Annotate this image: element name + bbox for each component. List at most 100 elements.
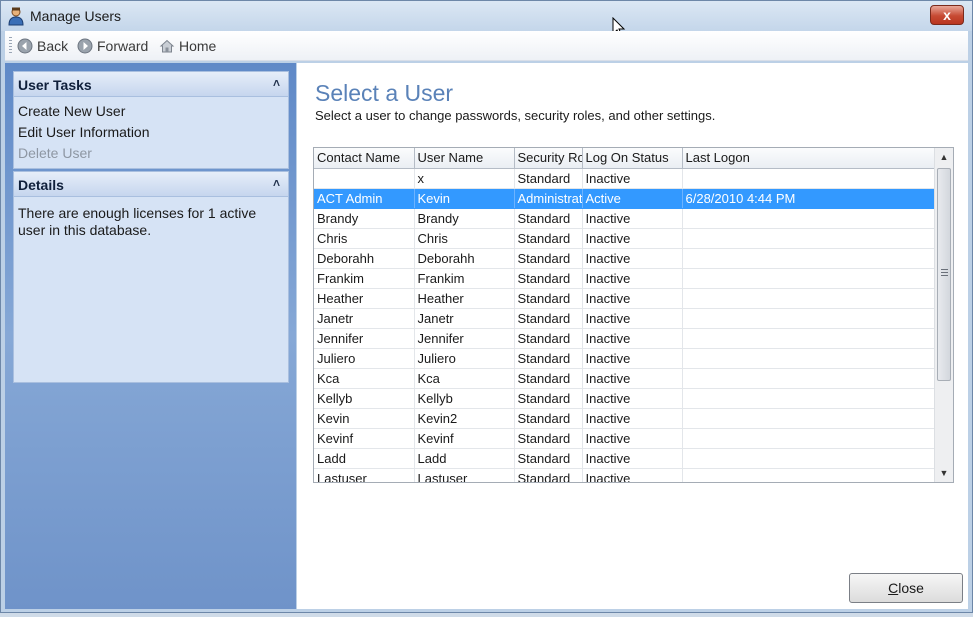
scrollbar-thumb[interactable]: [937, 168, 951, 381]
table-cell: [682, 308, 935, 329]
scroll-up-icon[interactable]: ▲: [935, 148, 953, 166]
table-row[interactable]: Brandy Brandy Standard Inactive: [314, 208, 935, 229]
scroll-down-icon[interactable]: ▼: [935, 464, 953, 482]
table-cell: Standard: [514, 348, 583, 369]
table-cell: [682, 428, 935, 449]
table-cell: Frankim: [314, 268, 415, 289]
table-row[interactable]: x Standard Inactive: [314, 168, 935, 189]
table-cell: [682, 388, 935, 409]
details-body: There are enough licenses for 1 active u…: [13, 197, 289, 383]
window-close-button[interactable]: x: [930, 5, 964, 25]
table-cell: Standard: [514, 228, 583, 249]
table-cell: [682, 348, 935, 369]
table-cell: [682, 448, 935, 469]
table-row[interactable]: Juliero Juliero Standard Inactive: [314, 348, 935, 369]
table-cell: [682, 168, 935, 189]
table-row[interactable]: Kevinf Kevinf Standard Inactive: [314, 428, 935, 449]
table-cell: Brandy: [414, 208, 515, 229]
table-cell: Standard: [514, 388, 583, 409]
column-header[interactable]: User Name: [414, 148, 515, 169]
table-cell: Kevin2: [414, 408, 515, 429]
users-table: Contact NameUser NameSecurity RoleLog On…: [314, 148, 935, 482]
table-row[interactable]: Deborahh Deborahh Standard Inactive: [314, 248, 935, 269]
table-cell: [682, 228, 935, 249]
table-row[interactable]: ACT AdminKevinAdministratorActive6/28/20…: [314, 188, 935, 209]
table-cell: Inactive: [582, 228, 683, 249]
chevron-double-up-icon[interactable]: ˄: [273, 76, 280, 90]
delete-user-link: Delete User: [18, 145, 92, 161]
back-button[interactable]: Back: [17, 37, 68, 55]
close-button[interactable]: Close: [849, 573, 963, 603]
table-row[interactable]: Janetr Janetr Standard Inactive: [314, 308, 935, 329]
table-cell: [314, 168, 415, 189]
column-header[interactable]: Security Role: [514, 148, 583, 169]
table-cell: Standard: [514, 408, 583, 429]
table-cell: Janetr: [414, 308, 515, 329]
details-panel: Details ˄ There are enough licenses for …: [13, 171, 289, 383]
table-cell: Inactive: [582, 168, 683, 189]
table-cell: Standard: [514, 468, 583, 482]
table-cell: Inactive: [582, 288, 683, 309]
table-row[interactable]: Kellyb Kellyb Standard Inactive: [314, 388, 935, 409]
table-cell: Heather: [314, 288, 415, 309]
table-row[interactable]: Ladd Ladd Standard Inactive: [314, 448, 935, 469]
table-cell: Inactive: [582, 268, 683, 289]
table-cell: Standard: [514, 308, 583, 329]
manage-users-window: Manage Users x Back Forward Home User Ta…: [0, 0, 973, 613]
table-cell: Standard: [514, 428, 583, 449]
column-header[interactable]: Contact Name: [314, 148, 415, 169]
table-row[interactable]: Frankim Frankim Standard Inactive: [314, 268, 935, 289]
table-cell: Deborahh: [314, 248, 415, 269]
table-row[interactable]: Chris Chris Standard Inactive: [314, 228, 935, 249]
grid-body: x Standard Inactive ACT Admin Kevin Administr…: [314, 168, 935, 482]
table-cell: Standard: [514, 448, 583, 469]
details-title: Details: [18, 177, 64, 193]
user-tasks-header[interactable]: User Tasks ˄: [13, 71, 289, 97]
table-cell: Standard: [514, 368, 583, 389]
page-subtitle: Select a user to change passwords, secur…: [315, 108, 716, 123]
table-cell: Inactive: [582, 408, 683, 429]
table-cell: [682, 328, 935, 349]
title-bar[interactable]: Manage Users x: [1, 1, 972, 31]
chevron-double-up-icon[interactable]: ˄: [273, 176, 280, 190]
table-cell: Active: [582, 188, 683, 209]
table-cell: Jennifer: [314, 328, 415, 349]
table-cell: Brandy: [314, 208, 415, 229]
home-button[interactable]: Home: [159, 37, 216, 55]
table-cell: x: [414, 168, 515, 189]
forward-button[interactable]: Forward: [77, 37, 148, 55]
table-cell: Kellyb: [414, 388, 515, 409]
table-cell: Inactive: [582, 368, 683, 389]
details-text: There are enough licenses for 1 active u…: [18, 205, 257, 238]
table-cell: Inactive: [582, 248, 683, 269]
table-cell: Inactive: [582, 448, 683, 469]
table-cell: Lastuser: [314, 468, 415, 482]
table-row[interactable]: Lastuser Lastuser Standard Inactive: [314, 468, 935, 482]
column-header[interactable]: Last Logon: [682, 148, 935, 169]
create-new-user-link[interactable]: Create New User: [18, 101, 284, 122]
grid-header-row: Contact NameUser NameSecurity RoleLog On…: [314, 148, 935, 169]
column-header[interactable]: Log On Status: [582, 148, 683, 169]
table-cell: Lastuser: [414, 468, 515, 482]
details-header[interactable]: Details ˄: [13, 171, 289, 197]
table-cell: [682, 208, 935, 229]
table-cell: 6/28/2010 4:44 PM: [682, 188, 935, 209]
table-cell: Janetr: [314, 308, 415, 329]
window-title: Manage Users: [30, 8, 122, 24]
table-cell: ACT Admin: [314, 188, 415, 209]
table-cell: Standard: [514, 248, 583, 269]
users-grid[interactable]: Contact NameUser NameSecurity RoleLog On…: [313, 147, 954, 483]
table-cell: Inactive: [582, 428, 683, 449]
user-tasks-panel: User Tasks ˄ Create New User Edit User I…: [13, 71, 289, 169]
vertical-scrollbar[interactable]: ▲ ▼: [934, 148, 953, 482]
table-row[interactable]: Heather Heather Standard Inactive: [314, 288, 935, 309]
table-row[interactable]: Kca Kca Standard Inactive: [314, 368, 935, 389]
main-content: Select a User Select a user to change pa…: [297, 63, 968, 609]
users-icon: [8, 7, 24, 26]
toolbar-grip[interactable]: [9, 37, 12, 55]
edit-user-information-link[interactable]: Edit User Information: [18, 122, 284, 143]
forward-label: Forward: [97, 38, 149, 54]
table-row[interactable]: Jennifer Jennifer Standard Inactive: [314, 328, 935, 349]
table-cell: Jennifer: [414, 328, 515, 349]
table-row[interactable]: Kevin Kevin2 Standard Inactive: [314, 408, 935, 429]
